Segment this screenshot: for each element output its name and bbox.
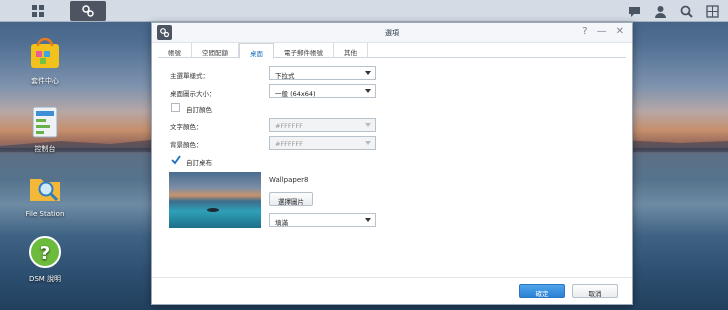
desktop-icon-size-value: 一般 (64x64) [275,90,316,98]
user-icon[interactable] [652,3,668,19]
wallpaper-preview [169,172,261,228]
text-color-label: 文字顏色： [170,123,203,131]
control-panel-icon [27,104,63,140]
chevron-down-icon [365,123,371,127]
tab-other[interactable]: 其他 [334,43,368,58]
window-footer: 確定 取消 [152,277,632,304]
tab-quota[interactable]: 空間配額 [192,43,239,58]
desktop-icon-package-center[interactable]: 套件中心 [18,36,72,86]
tab-email-account[interactable]: 電子郵件帳號 [274,43,334,58]
wallpaper-name: Wallpaper8 [269,176,309,184]
desktop-icon-label: File Station [25,210,65,218]
checkmark-icon [171,155,181,165]
desktop-icon-size-select[interactable]: 一般 (64x64) [269,84,376,98]
chevron-down-icon [365,141,371,145]
custom-wallpaper-label: 自訂桌布 [186,159,212,167]
desktop-icon-label: 控制台 [34,145,56,153]
custom-color-checkbox[interactable] [171,103,180,112]
bg-color-label: 背景顏色： [170,141,203,149]
search-icon[interactable] [678,3,694,19]
settings-app-icon [82,5,94,17]
wallpaper-preview-rock [207,208,219,212]
select-image-button[interactable]: 選擇圖片 [269,192,313,206]
taskbar [0,0,728,22]
svg-text:?: ? [40,243,50,264]
tab-desktop[interactable]: 桌面 [239,43,274,59]
chevron-down-icon [365,71,371,75]
text-color-field[interactable]: #FFFFFF [269,118,376,132]
package-center-icon [27,36,63,72]
desktop-icon-label: DSM 說明 [28,275,62,283]
custom-wallpaper-checkbox[interactable] [171,155,181,165]
main-menu-style-value: 下拉式 [275,72,295,80]
main-menu-style-label: 主選單樣式： [170,72,209,80]
options-window: 選項 ? — ✕ 帳號 空間配額 桌面 電子郵件帳號 其他 主選單樣式： 下拉式… [151,22,633,305]
file-station-icon [27,170,63,206]
desktop-icon-dsm-help[interactable]: ? DSM 說明 [18,234,72,284]
custom-color-label: 自訂顏色 [186,106,212,114]
cancel-button[interactable]: 取消 [572,284,618,298]
help-icon[interactable]: ? [582,26,587,37]
grid-icon [32,5,44,17]
desktop-icon-label: 套件中心 [31,77,59,85]
fill-mode-select[interactable]: 填滿 [269,213,376,227]
text-color-value: #FFFFFF [275,122,303,130]
widgets-icon[interactable] [704,3,720,19]
main-menu-style-select[interactable]: 下拉式 [269,66,376,80]
tab-account[interactable]: 帳號 [158,43,192,58]
close-icon[interactable]: ✕ [616,26,624,37]
window-title: 選項 [385,29,399,37]
chat-icon[interactable] [626,3,642,19]
tab-bar: 帳號 空間配額 桌面 電子郵件帳號 其他 [158,43,626,59]
minimize-icon[interactable]: — [597,26,607,37]
window-titlebar[interactable]: 選項 ? — ✕ [152,23,632,43]
bg-color-value: #FFFFFF [275,140,303,148]
chevron-down-icon [365,89,371,93]
taskbar-app-options[interactable] [70,1,106,21]
help-icon: ? [27,234,63,270]
main-menu-button[interactable] [20,1,56,21]
desktop-icon-size-label: 桌面圖示大小： [170,90,216,98]
chevron-down-icon [365,218,371,222]
desktop-icon-file-station[interactable]: File Station [18,170,72,218]
fill-mode-value: 填滿 [275,219,288,227]
ok-button[interactable]: 確定 [519,284,565,298]
desktop-icon-control-panel[interactable]: 控制台 [18,104,72,154]
bg-color-field[interactable]: #FFFFFF [269,136,376,150]
